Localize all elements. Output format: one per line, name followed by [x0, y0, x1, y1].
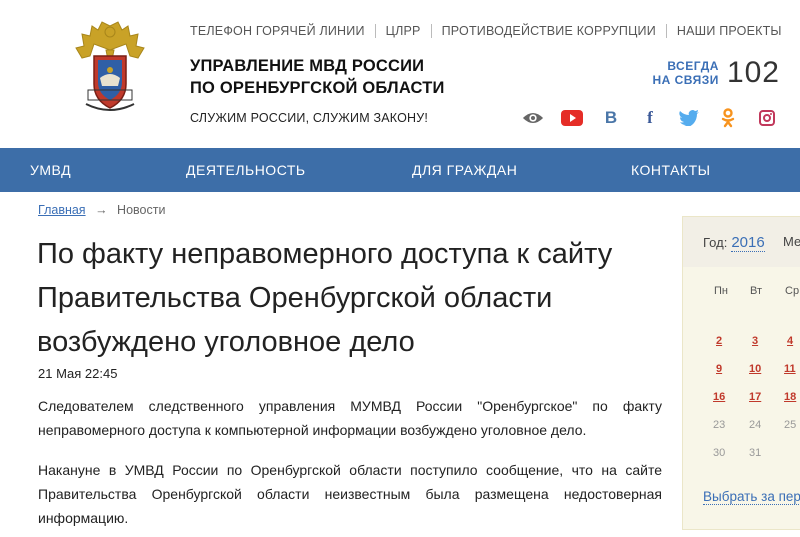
calendar-day[interactable]: 3 — [752, 335, 758, 347]
article-paragraph-2: Накануне в УМВД России по Оренбургской о… — [38, 462, 662, 526]
calendar-day: 31 — [749, 447, 762, 459]
calendar-day: 25 — [784, 419, 797, 431]
vk-icon[interactable]: В — [600, 108, 622, 128]
main-nav: УМВД ДЕЯТЕЛЬНОСТЬ ДЛЯ ГРАЖДАН КОНТАКТЫ — [0, 148, 800, 192]
slogan: СЛУЖИМ РОССИИ, СЛУЖИМ ЗАКОНУ! — [190, 111, 429, 125]
toplink-projects[interactable]: НАШИ ПРОЕКТЫ — [665, 24, 792, 38]
article-paragraph-1: Следователем следственного управления МУ… — [38, 398, 662, 438]
calendar-day[interactable]: 10 — [749, 363, 761, 375]
top-links: ТЕЛЕФОН ГОРЯЧЕЙ ЛИНИИ ЦЛРР ПРОТИВОДЕЙСТВ… — [190, 24, 792, 38]
hotline-number: 102 — [726, 56, 780, 89]
eye-icon[interactable] — [522, 108, 544, 128]
facebook-icon[interactable]: f — [639, 108, 661, 128]
weekday-label: Пн — [714, 285, 728, 297]
article-date: 21 Мая 22:45 — [38, 366, 118, 381]
calendar-day[interactable]: 17 — [749, 391, 761, 403]
nav-item-activity[interactable]: ДЕЯТЕЛЬНОСТЬ — [186, 162, 306, 178]
weekday-label: Ср — [785, 285, 800, 297]
nav-item-umvd[interactable]: УМВД — [30, 162, 71, 178]
hotline-block[interactable]: ВСЕГДА НА СВЯЗИ 102 — [652, 56, 780, 90]
brand-line-2: ПО ОРЕНБУРГСКОЙ ОБЛАСТИ — [190, 79, 445, 97]
calendar-day[interactable]: 4 — [787, 335, 793, 347]
mvd-emblem-logo[interactable] — [72, 20, 148, 116]
calendar-day[interactable]: 11 — [784, 363, 796, 375]
calendar-header: Год: 2016 Ме — [683, 217, 800, 267]
hotline-caption-1: ВСЕГДА — [667, 59, 719, 73]
youtube-icon[interactable] — [561, 108, 583, 128]
article-title: По факту неправомерного доступа к сайту … — [37, 238, 613, 358]
social-links: В f — [522, 108, 778, 128]
brand-line-1: УПРАВЛЕНИЕ МВД РОССИИ — [190, 57, 425, 75]
breadcrumb: Главная → Новости — [38, 203, 165, 217]
hotline-caption-2: НА СВЯЗИ — [652, 73, 719, 87]
site-brand[interactable]: УПРАВЛЕНИЕ МВД РОССИИ ПО ОРЕНБУРГСКОЙ ОБ… — [190, 55, 445, 99]
site-header: ТЕЛЕФОН ГОРЯЧЕЙ ЛИНИИ ЦЛРР ПРОТИВОДЕЙСТВ… — [0, 0, 800, 148]
calendar-day[interactable]: 18 — [784, 391, 796, 403]
calendar-day[interactable]: 2 — [716, 335, 722, 347]
toplink-hotline[interactable]: ТЕЛЕФОН ГОРЯЧЕЙ ЛИНИИ — [190, 24, 375, 38]
calendar-year-selector[interactable]: Год: 2016 — [703, 234, 765, 252]
select-period-link[interactable]: Выбрать за пер — [703, 489, 800, 505]
calendar-day[interactable]: 16 — [713, 391, 725, 403]
breadcrumb-home[interactable]: Главная — [38, 203, 86, 217]
nav-item-citizens[interactable]: ДЛЯ ГРАЖДАН — [412, 162, 517, 178]
weekday-label: Вт — [750, 285, 763, 297]
instagram-icon[interactable] — [756, 108, 778, 128]
twitter-icon[interactable] — [678, 108, 700, 128]
archive-calendar: Год: 2016 Ме Пн Вт Ср 2 3 4 9 10 11 16 17 18 23 24 2… — [682, 216, 800, 530]
calendar-month-selector[interactable]: Ме — [783, 234, 800, 249]
toplink-anticorruption[interactable]: ПРОТИВОДЕЙСТВИЕ КОРРУПЦИИ — [430, 24, 666, 38]
calendar-day: 30 — [713, 447, 726, 459]
calendar-day: 23 — [713, 419, 726, 431]
calendar-year-label: Год: — [703, 235, 728, 250]
odnoklassniki-icon[interactable] — [717, 108, 739, 128]
calendar-year-value[interactable]: 2016 — [731, 234, 765, 252]
toplink-clrr[interactable]: ЦЛРР — [374, 24, 431, 38]
breadcrumb-arrow-icon: → — [95, 203, 108, 217]
calendar-day: 24 — [749, 419, 762, 431]
hotline-caption: ВСЕГДА НА СВЯЗИ — [652, 59, 718, 87]
calendar-day[interactable]: 9 — [716, 363, 722, 375]
nav-item-contacts[interactable]: КОНТАКТЫ — [631, 162, 711, 178]
breadcrumb-current: Новости — [117, 203, 166, 217]
